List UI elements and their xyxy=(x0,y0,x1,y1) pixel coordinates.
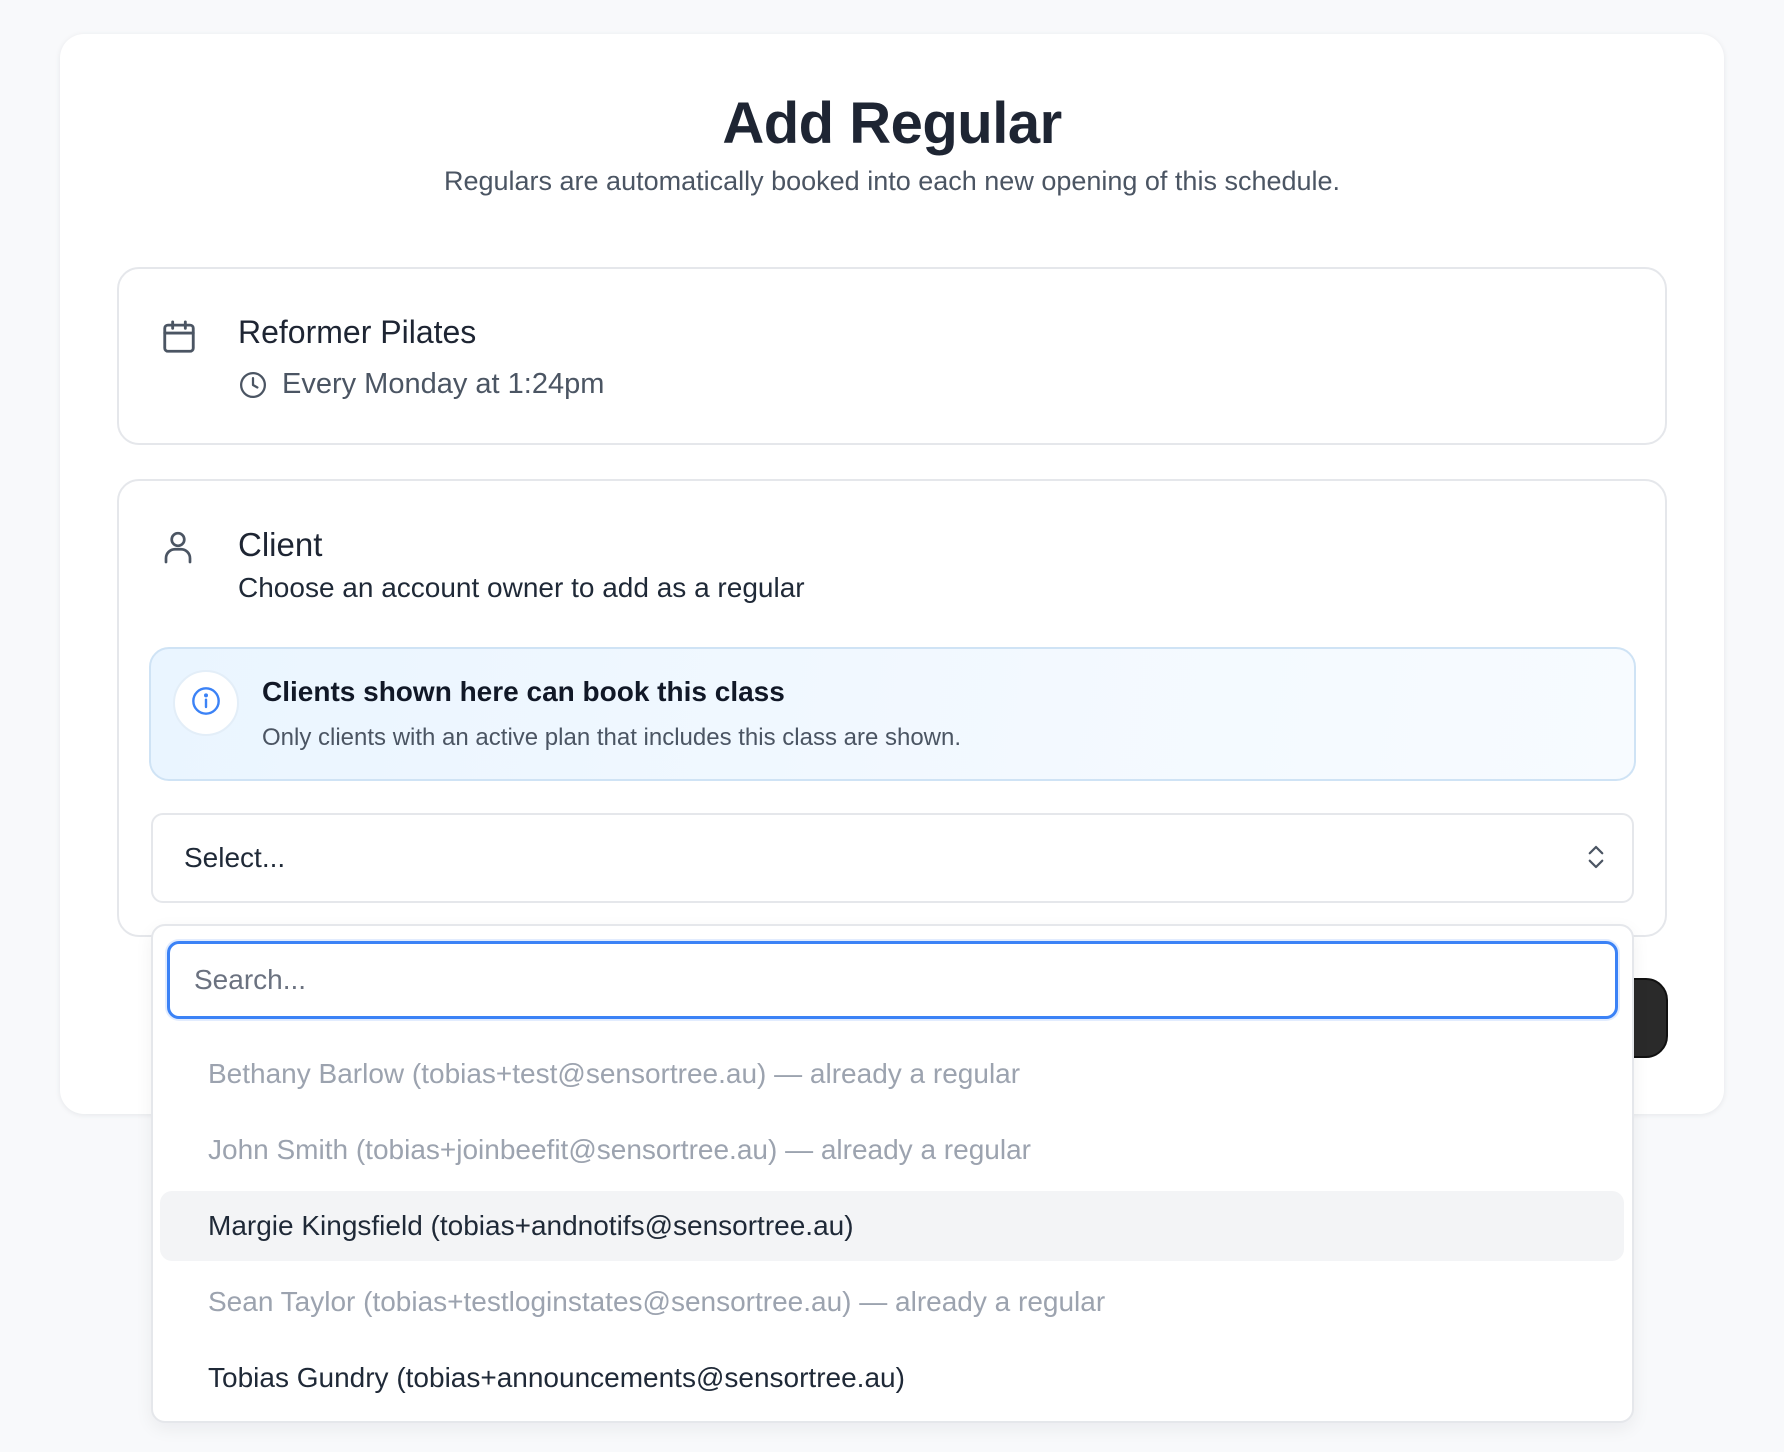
clock-icon xyxy=(238,370,268,400)
page-subtitle: Regulars are automatically booked into e… xyxy=(443,166,1341,196)
client-select[interactable] xyxy=(151,813,1634,903)
client-description: Choose an account owner to add as a regu… xyxy=(238,572,805,603)
option-item: John Smith (tobias+joinbeefit@sensortree… xyxy=(208,1134,1031,1165)
client-label: Client xyxy=(238,526,323,563)
option-item[interactable]: Margie Kingsfield (tobias+andnotifs@sens… xyxy=(160,1191,1624,1261)
chevron-up-down-icon xyxy=(1584,842,1608,872)
option-item: Bethany Barlow (tobias+test@sensortree.a… xyxy=(208,1058,1021,1089)
option-item: Sean Taylor (tobias+testloginstates@sens… xyxy=(208,1286,1106,1317)
class-info-panel xyxy=(117,267,1667,445)
page: Add Regular Regulars are automatically b… xyxy=(0,0,1784,1452)
calendar-icon xyxy=(160,317,198,357)
select-value: Select... xyxy=(184,842,286,873)
info-title: Clients shown here can book this class xyxy=(262,676,785,707)
class-schedule: Every Monday at 1:24pm xyxy=(282,368,605,400)
info-icon-wrapper xyxy=(173,670,239,736)
user-icon xyxy=(160,528,196,566)
page-title: Add Regular xyxy=(722,91,1062,156)
class-name: Reformer Pilates xyxy=(238,314,477,350)
info-icon xyxy=(190,685,222,722)
info-notice xyxy=(149,647,1636,781)
info-text: Only clients with an active plan that in… xyxy=(262,724,962,751)
option-item[interactable]: Tobias Gundry (tobias+announcements@sens… xyxy=(160,1343,1624,1413)
search-input[interactable] xyxy=(167,941,1618,1019)
